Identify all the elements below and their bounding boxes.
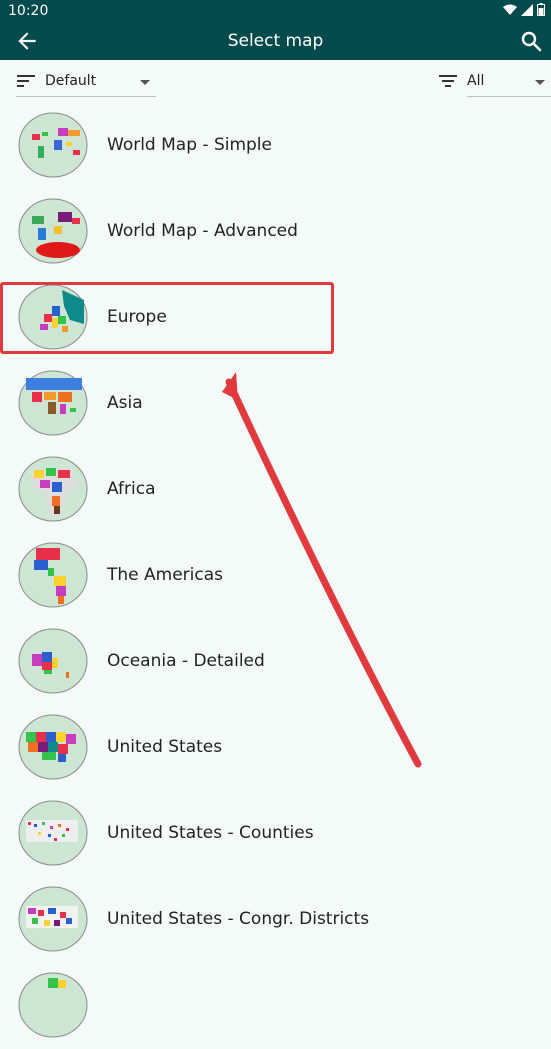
- list-item-africa[interactable]: Africa: [0, 447, 551, 533]
- asia-globe-icon: [18, 370, 88, 436]
- search-icon[interactable]: [519, 29, 543, 53]
- list-item-world-advanced[interactable]: World Map - Advanced: [0, 189, 551, 275]
- list-item-label: Oceania - Detailed: [107, 651, 265, 671]
- filter-value: All: [467, 73, 485, 89]
- list-item-us-congr-districts[interactable]: United States - Congr. Districts: [0, 877, 551, 963]
- status-time: 10:20: [8, 3, 49, 19]
- signal-icon: [521, 3, 533, 16]
- list-item-world-simple[interactable]: World Map - Simple: [0, 103, 551, 189]
- app-bar: Select map: [0, 22, 551, 60]
- list-item-partial[interactable]: [0, 963, 551, 1049]
- americas-globe-icon: [18, 542, 88, 608]
- list-item-united-states[interactable]: United States: [0, 705, 551, 791]
- list-item-label: United States: [107, 737, 223, 757]
- list-item-label: Asia: [107, 393, 143, 413]
- world-globe-icon: [18, 112, 88, 178]
- list-item-us-counties[interactable]: United States - Counties: [0, 791, 551, 877]
- usa-counties-globe-icon: [18, 800, 88, 866]
- oceania-globe-icon: [18, 628, 88, 694]
- globe-icon: [18, 972, 88, 1038]
- chevron-down-icon: [535, 80, 545, 85]
- list-item-label: World Map - Advanced: [107, 221, 298, 241]
- wifi-icon: [503, 4, 517, 15]
- status-bar: 10:20: [0, 0, 551, 22]
- list-item-oceania[interactable]: Oceania - Detailed: [0, 619, 551, 705]
- africa-globe-icon: [18, 456, 88, 522]
- chevron-down-icon: [140, 80, 150, 85]
- sort-icon: [17, 75, 35, 87]
- page-title: Select map: [227, 31, 324, 51]
- usa-districts-globe-icon: [18, 886, 88, 952]
- usa-globe-icon: [18, 714, 88, 780]
- status-icons: [503, 3, 545, 16]
- list-item-label: World Map - Simple: [107, 135, 272, 155]
- list-item-label: United States - Counties: [107, 823, 314, 843]
- list-item-asia[interactable]: Asia: [0, 361, 551, 447]
- list-item-label: Africa: [107, 479, 156, 499]
- filter-icon: [439, 75, 457, 87]
- sort-value: Default: [45, 73, 97, 89]
- filter-box[interactable]: All: [467, 68, 551, 97]
- highlight-box: [0, 282, 334, 354]
- filter-dropdown[interactable]: All: [438, 68, 551, 97]
- sort-dropdown[interactable]: Default: [16, 68, 156, 97]
- list-item-label: United States - Congr. Districts: [107, 909, 370, 929]
- list-item-americas[interactable]: The Americas: [0, 533, 551, 619]
- battery-icon: [537, 3, 545, 16]
- list-item-label: The Americas: [107, 565, 224, 585]
- world-globe-icon: [18, 198, 88, 264]
